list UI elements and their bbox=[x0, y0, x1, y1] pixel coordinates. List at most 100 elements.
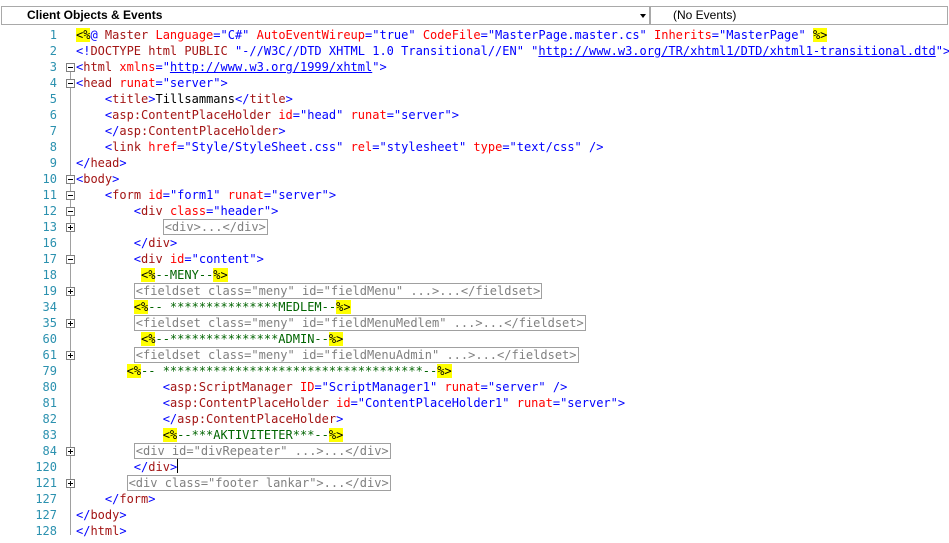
code-token: <% bbox=[141, 332, 156, 346]
code-text: <%-- ***********************************… bbox=[76, 363, 452, 379]
collapsed-region[interactable]: <div class="footer lankar">...</div> bbox=[126, 475, 391, 491]
code-line[interactable]: 16 </div> bbox=[0, 235, 949, 251]
client-objects-dropdown[interactable]: Client Objects & Events bbox=[1, 6, 650, 25]
code-line[interactable]: 2 <!DOCTYPE html PUBLIC "-//W3C//DTD XHTM… bbox=[0, 43, 949, 59]
code-line[interactable]: 84 <div id="divRepeater" ...>...</div> bbox=[0, 443, 949, 459]
line-number: 5 bbox=[49, 92, 57, 106]
code-line[interactable]: 120 </div> bbox=[0, 459, 949, 475]
code-token: <! bbox=[76, 44, 91, 58]
code-text: <html xmlns="http://www.w3.org/1999/xhtm… bbox=[76, 59, 387, 75]
code-line[interactable]: 11 <form id="form1" runat="server"> bbox=[0, 187, 949, 203]
code-token: html bbox=[83, 60, 120, 74]
code-token: Inherits bbox=[654, 28, 712, 42]
collapsed-region[interactable]: <fieldset class="meny" id="fieldMenuMedl… bbox=[133, 315, 586, 331]
code-token: type bbox=[473, 140, 503, 154]
code-line[interactable]: 1 <%@ Master Language="C#" AutoEventWireu… bbox=[0, 27, 949, 43]
code-token: DOCTYPE html PUBLIC bbox=[90, 44, 235, 58]
collapse-icon[interactable] bbox=[66, 79, 75, 88]
code-line[interactable]: 13 <div>...</div> bbox=[0, 219, 949, 235]
code-line[interactable]: 3 <html xmlns="http://www.w3.org/1999/xht… bbox=[0, 59, 949, 75]
line-number: 10 bbox=[42, 172, 57, 186]
code-line[interactable]: 4 <head runat="server"> bbox=[0, 75, 949, 91]
line-number: 79 bbox=[42, 364, 57, 378]
code-text: <form id="form1" runat="server"> bbox=[76, 187, 336, 203]
code-text: <div id="content"> bbox=[76, 251, 264, 267]
code-line[interactable]: 61 <fieldset class="meny" id="fieldMenuA… bbox=[0, 347, 949, 363]
code-token: </ bbox=[133, 460, 149, 474]
code-text: <asp:ContentPlaceHolder id="ContentPlace… bbox=[76, 395, 625, 411]
code-token: ="head" bbox=[292, 108, 351, 122]
code-line[interactable]: 5 <title>Tillsammans</title> bbox=[0, 91, 949, 107]
expand-icon[interactable] bbox=[66, 479, 75, 488]
code-text: <title>Tillsammans</title> bbox=[76, 91, 293, 107]
code-line[interactable]: 12 <div class="header"> bbox=[0, 203, 949, 219]
code-line[interactable]: 10 <body> bbox=[0, 171, 949, 187]
code-line[interactable]: 79 <%-- ********************************… bbox=[0, 363, 949, 379]
expand-icon[interactable] bbox=[66, 319, 75, 328]
code-line[interactable]: 8 <link href="Style/StyleSheet.css" rel=… bbox=[0, 139, 949, 155]
code-token: > bbox=[148, 92, 156, 106]
code-token: head bbox=[83, 76, 120, 90]
events-dropdown-label: (No Events) bbox=[673, 8, 737, 22]
collapsed-region[interactable]: <fieldset class="meny" id="fieldMenuAdmi… bbox=[133, 347, 579, 363]
code-token: @ bbox=[90, 28, 105, 42]
code-token: id bbox=[169, 252, 185, 266]
code-token: ID bbox=[299, 380, 315, 394]
code-token: "> bbox=[935, 44, 949, 58]
code-line[interactable]: 60 <%--***************ADMIN--%> bbox=[0, 331, 949, 347]
code-line[interactable]: 83 <%--***AKTIVITETER***--%> bbox=[0, 427, 949, 443]
line-number: 83 bbox=[42, 428, 57, 442]
code-token: --***AKTIVITETER***-- bbox=[177, 428, 329, 442]
collapsed-region[interactable]: <div id="divRepeater" ...>...</div> bbox=[133, 443, 391, 459]
code-line[interactable]: 17 <div id="content"> bbox=[0, 251, 949, 267]
code-line[interactable]: 35 <fieldset class="meny" id="fieldMenuM… bbox=[0, 315, 949, 331]
expand-icon[interactable] bbox=[66, 223, 75, 232]
code-token: runat bbox=[444, 380, 481, 394]
expand-icon[interactable] bbox=[66, 447, 75, 456]
code-token: %> bbox=[328, 428, 344, 442]
collapse-icon[interactable] bbox=[66, 207, 75, 216]
code-token: Master bbox=[104, 28, 156, 42]
collapsed-region[interactable]: <div>...</div> bbox=[162, 219, 268, 235]
events-dropdown[interactable]: (No Events) bbox=[650, 6, 948, 25]
code-token: "-//W3C//DTD XHTML 1.0 Transitional//EN"… bbox=[234, 44, 539, 58]
collapse-icon[interactable] bbox=[66, 255, 75, 264]
code-line[interactable]: 6 <asp:ContentPlaceHolder id="head" runa… bbox=[0, 107, 949, 123]
collapse-icon[interactable] bbox=[66, 191, 75, 200]
code-line[interactable]: 121 <div class="footer lankar">...</div> bbox=[0, 475, 949, 491]
code-line[interactable]: 81 <asp:ContentPlaceHolder id="ContentPl… bbox=[0, 395, 949, 411]
code-token: %> bbox=[437, 364, 452, 378]
code-line[interactable]: 127 </form> bbox=[0, 491, 949, 507]
code-line[interactable]: 9 </head> bbox=[0, 155, 949, 171]
code-line[interactable]: 128 </html> bbox=[0, 523, 949, 539]
text-cursor bbox=[177, 459, 179, 473]
code-line[interactable]: 127 </body> bbox=[0, 507, 949, 523]
collapse-icon[interactable] bbox=[66, 63, 75, 72]
code-line[interactable]: 19 <fieldset class="meny" id="fieldMenu"… bbox=[0, 283, 949, 299]
code-editor[interactable]: 1 <%@ Master Language="C#" AutoEventWireu… bbox=[0, 27, 949, 543]
code-token: </ bbox=[76, 524, 91, 538]
code-token: asp:ContentPlaceHolder bbox=[169, 396, 337, 410]
expand-icon[interactable] bbox=[66, 287, 75, 296]
code-token: <% bbox=[162, 428, 178, 442]
collapsed-region[interactable]: <fieldset class="meny" id="fieldMenu" ..… bbox=[133, 283, 543, 299]
line-number: 2 bbox=[49, 44, 57, 58]
code-line[interactable]: 7 </asp:ContentPlaceHolder> bbox=[0, 123, 949, 139]
code-token: head bbox=[90, 156, 120, 170]
code-line[interactable]: 80 <asp:ScriptManager ID="ScriptManager1… bbox=[0, 379, 949, 395]
code-text: <fieldset class="meny" id="fieldMenuMedl… bbox=[76, 315, 586, 331]
expand-icon[interactable] bbox=[66, 351, 75, 360]
code-token: ="stylesheet" bbox=[372, 140, 474, 154]
line-number: 80 bbox=[42, 380, 57, 394]
line-number: 127 bbox=[35, 508, 57, 522]
code-token: > bbox=[119, 156, 127, 170]
collapse-icon[interactable] bbox=[66, 175, 75, 184]
code-line[interactable]: 18 <%--MENY--%> bbox=[0, 267, 949, 283]
chevron-down-icon[interactable] bbox=[640, 14, 646, 18]
line-number: 84 bbox=[42, 444, 57, 458]
code-token: <% bbox=[141, 268, 156, 282]
code-line[interactable]: 34 <%-- ***************MEDLEM--%> bbox=[0, 299, 949, 315]
code-line[interactable]: 82 </asp:ContentPlaceHolder> bbox=[0, 411, 949, 427]
line-number: 35 bbox=[42, 316, 57, 330]
code-token: ="server"> bbox=[552, 396, 626, 410]
